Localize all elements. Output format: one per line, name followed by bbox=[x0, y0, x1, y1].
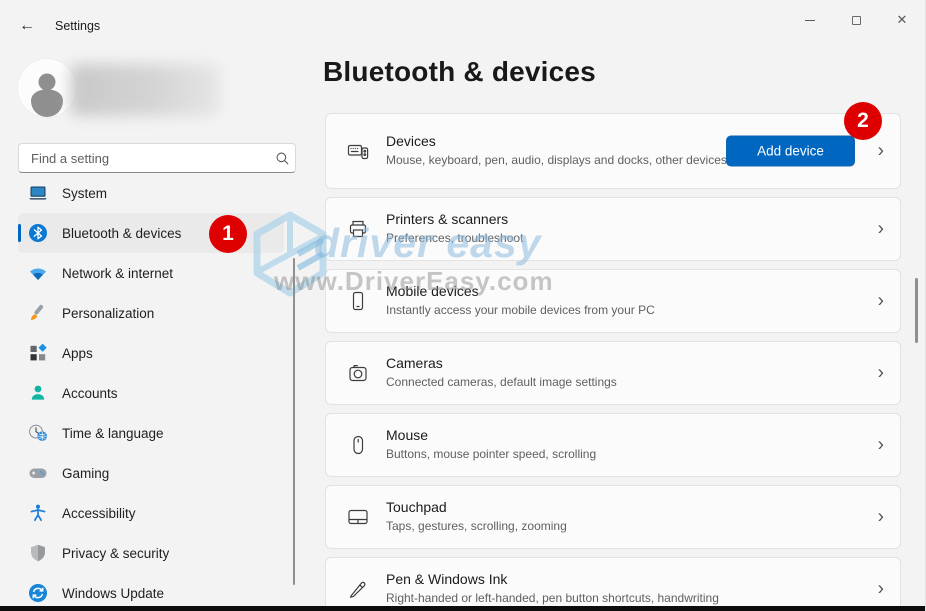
maximize-icon bbox=[852, 16, 861, 25]
card-pen-windows-ink[interactable]: Pen & Windows Ink Right-handed or left-h… bbox=[325, 557, 901, 611]
chevron-right-icon: › bbox=[878, 436, 884, 455]
user-account-area[interactable] bbox=[18, 57, 278, 119]
chevron-right-icon: › bbox=[878, 364, 884, 383]
search-icon bbox=[269, 151, 295, 166]
sidebar-item-gaming[interactable]: Gaming bbox=[18, 453, 284, 493]
card-title: Touchpad bbox=[386, 499, 567, 515]
camera-icon bbox=[346, 361, 370, 385]
back-arrow-icon: ← bbox=[19, 17, 35, 35]
close-icon: ✕ bbox=[897, 12, 908, 28]
sidebar-nav: System Bluetooth & devices Network & int… bbox=[0, 180, 296, 606]
card-printers-scanners[interactable]: Printers & scanners Preferences, trouble… bbox=[325, 197, 901, 261]
card-cameras[interactable]: Cameras Connected cameras, default image… bbox=[325, 341, 901, 405]
accessibility-icon bbox=[28, 503, 48, 523]
minimize-icon bbox=[805, 20, 815, 21]
card-description: Mouse, keyboard, pen, audio, displays an… bbox=[386, 152, 727, 168]
selected-indicator bbox=[18, 224, 21, 242]
sidebar-item-system[interactable]: System bbox=[18, 180, 284, 213]
card-title: Cameras bbox=[386, 355, 617, 371]
card-description: Instantly access your mobile devices fro… bbox=[386, 302, 655, 318]
mobile-icon bbox=[346, 289, 370, 313]
card-title: Mobile devices bbox=[386, 283, 655, 299]
annotation-step-2: 2 bbox=[844, 102, 882, 140]
touchpad-icon bbox=[346, 505, 370, 529]
card-title: Mouse bbox=[386, 427, 596, 443]
sidebar-item-network-internet[interactable]: Network & internet bbox=[18, 253, 284, 293]
avatar bbox=[18, 59, 76, 117]
settings-window: ← Settings ✕ System Bluetooth & devices … bbox=[0, 0, 926, 611]
taskbar-edge bbox=[0, 606, 926, 611]
windows-update-icon bbox=[28, 583, 48, 603]
search-input[interactable] bbox=[19, 151, 269, 166]
sidebar-item-personalization[interactable]: Personalization bbox=[18, 293, 284, 333]
card-description: Taps, gestures, scrolling, zooming bbox=[386, 518, 567, 534]
gaming-icon bbox=[28, 463, 48, 483]
card-description: Buttons, mouse pointer speed, scrolling bbox=[386, 446, 596, 462]
sidebar-item-apps[interactable]: Apps bbox=[18, 333, 284, 373]
window-title: Settings bbox=[55, 19, 100, 33]
maximize-button[interactable] bbox=[833, 0, 879, 40]
mouse-icon bbox=[346, 433, 370, 457]
bluetooth-icon bbox=[28, 223, 48, 243]
accounts-icon bbox=[28, 383, 48, 403]
card-mouse[interactable]: Mouse Buttons, mouse pointer speed, scro… bbox=[325, 413, 901, 477]
network-icon bbox=[28, 263, 48, 283]
pen-icon bbox=[346, 577, 370, 601]
annotation-step-1: 1 bbox=[209, 215, 247, 253]
chevron-right-icon: › bbox=[878, 142, 884, 161]
minimize-button[interactable] bbox=[787, 0, 833, 40]
chevron-right-icon: › bbox=[878, 220, 884, 239]
privacy-icon bbox=[28, 543, 48, 563]
card-devices[interactable]: Devices Mouse, keyboard, pen, audio, dis… bbox=[325, 113, 901, 189]
card-description: Connected cameras, default image setting… bbox=[386, 374, 617, 390]
card-description: Right-handed or left-handed, pen button … bbox=[386, 590, 719, 606]
sidebar-item-windows-update[interactable]: Windows Update bbox=[18, 573, 284, 606]
main-scrollbar[interactable] bbox=[915, 278, 918, 343]
card-title: Printers & scanners bbox=[386, 211, 523, 227]
sidebar-item-time-language[interactable]: Time & language bbox=[18, 413, 284, 453]
personalization-icon bbox=[28, 303, 48, 323]
chevron-right-icon: › bbox=[878, 508, 884, 527]
page-title: Bluetooth & devices bbox=[323, 56, 596, 88]
apps-icon bbox=[28, 343, 48, 363]
sidebar-scrollbar[interactable] bbox=[293, 258, 295, 585]
back-button[interactable]: ← bbox=[14, 13, 40, 39]
time-language-icon bbox=[28, 423, 48, 443]
card-title: Pen & Windows Ink bbox=[386, 571, 719, 587]
card-description: Preferences, troubleshoot bbox=[386, 230, 523, 246]
printer-icon bbox=[346, 217, 370, 241]
card-title: Devices bbox=[386, 133, 727, 149]
person-icon bbox=[18, 59, 76, 117]
chevron-right-icon: › bbox=[878, 292, 884, 311]
add-device-button[interactable]: Add device bbox=[726, 136, 855, 167]
blurred-user-name bbox=[70, 64, 220, 116]
card-touchpad[interactable]: Touchpad Taps, gestures, scrolling, zoom… bbox=[325, 485, 901, 549]
system-icon bbox=[28, 183, 48, 203]
sidebar-item-accessibility[interactable]: Accessibility bbox=[18, 493, 284, 533]
sidebar-item-privacy-security[interactable]: Privacy & security bbox=[18, 533, 284, 573]
devices-icon bbox=[346, 139, 370, 163]
search-box bbox=[18, 143, 296, 173]
close-button[interactable]: ✕ bbox=[879, 0, 925, 40]
sidebar-item-accounts[interactable]: Accounts bbox=[18, 373, 284, 413]
window-controls: ✕ bbox=[787, 0, 925, 40]
card-mobile-devices[interactable]: Mobile devices Instantly access your mob… bbox=[325, 269, 901, 333]
chevron-right-icon: › bbox=[878, 580, 884, 599]
